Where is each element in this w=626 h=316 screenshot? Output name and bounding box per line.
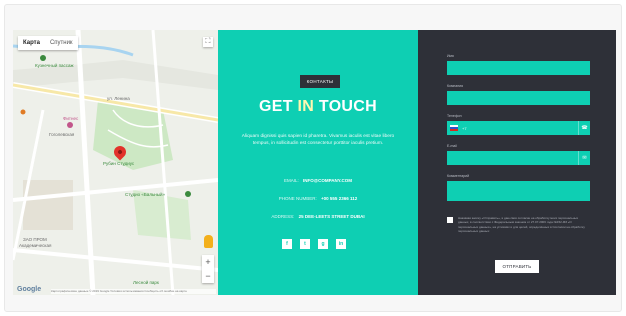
phone-line: PHONE NUMBER: +00 555 2366 112 xyxy=(218,196,418,201)
phone-label: Телефон xyxy=(447,114,462,118)
map-label: Гоголевская xyxy=(49,132,75,137)
contacts-badge: КОНТАКТЫ xyxy=(300,75,340,88)
name-label: Имя xyxy=(447,54,454,58)
map-label: Студио «Бальный» xyxy=(125,192,166,197)
title-highlight: IN xyxy=(297,98,319,115)
map-tab-satellite[interactable]: Спутник xyxy=(45,36,78,50)
social-icon[interactable]: t xyxy=(300,239,310,249)
social-links: f t g in xyxy=(282,239,346,249)
phone-code: +7 xyxy=(462,125,467,131)
pegman-icon[interactable] xyxy=(204,235,213,248)
submit-button[interactable]: ОТПРАВИТЬ xyxy=(495,260,539,273)
consent-checkbox[interactable] xyxy=(447,217,453,223)
email-label: E-mail xyxy=(447,144,457,148)
map-type-toggle[interactable]: Карта Спутник xyxy=(18,36,78,50)
zoom-in-button[interactable]: + xyxy=(202,255,214,269)
email-value[interactable]: INFO@COMPANY.COM xyxy=(303,178,352,183)
title-word: GET xyxy=(259,98,298,115)
zoom-control: + − xyxy=(202,255,214,283)
address-line: ADDRESS: 25 DEE-LEETS STREET DUBAI xyxy=(218,214,418,219)
zoom-out-button[interactable]: − xyxy=(202,269,214,283)
social-icon[interactable]: f xyxy=(282,239,292,249)
map-label: ул. Ленина xyxy=(107,96,130,101)
map-label: Академическая xyxy=(19,243,52,248)
contact-section: Карта Спутник ⛶ Кузнечный пассаж Гоголев… xyxy=(13,30,616,295)
email-field[interactable]: ✉ xyxy=(447,151,590,165)
map-label: Рубин Студиус xyxy=(103,161,135,166)
comment-label: Комментарий xyxy=(447,174,470,178)
email-line: EMAIL: INFO@COMPANY.COM xyxy=(218,178,418,183)
map-label: Кузнечный пассаж xyxy=(35,63,74,68)
mail-icon: ✉ xyxy=(578,151,590,165)
contact-description: Aliquam dignissi quis sapien id pharetra… xyxy=(241,134,395,146)
map-label: ЗАО ПРОМ xyxy=(23,237,47,242)
name-field[interactable] xyxy=(447,61,590,75)
title-word: TOUCH xyxy=(318,98,377,115)
map-panel[interactable]: Карта Спутник ⛶ Кузнечный пассаж Гоголев… xyxy=(13,30,218,295)
map-label: Лесной парк xyxy=(133,280,159,285)
address-value: 25 DEE-LEETS STREET DUBAI xyxy=(298,214,365,219)
map-label: Фитнес xyxy=(63,116,79,121)
address-label: ADDRESS: xyxy=(271,214,295,219)
comment-field[interactable] xyxy=(447,181,590,201)
phone-field[interactable]: +7 ☎ xyxy=(447,121,590,135)
consent-row: Нажимая кнопку «Отправить», я даю своё с… xyxy=(447,216,590,234)
google-logo[interactable]: Google xyxy=(17,286,41,293)
consent-text: Нажимая кнопку «Отправить», я даю своё с… xyxy=(458,216,585,234)
fullscreen-icon[interactable]: ⛶ xyxy=(203,37,213,47)
map-attribution[interactable]: Картографические данные © 2019 Google Ус… xyxy=(51,289,216,294)
phone-icon: ☎ xyxy=(578,121,590,135)
social-icon[interactable]: g xyxy=(318,239,328,249)
russia-flag-icon[interactable] xyxy=(450,125,458,131)
page-title: GET IN TOUCH xyxy=(218,98,418,116)
contact-info-panel: КОНТАКТЫ GET IN TOUCH Aliquam dignissi q… xyxy=(218,30,418,295)
company-field[interactable] xyxy=(447,91,590,105)
email-label: EMAIL: xyxy=(283,178,299,183)
contact-form: Имя Компания Телефон +7 ☎ E-mail ✉ Комме… xyxy=(418,30,616,295)
company-label: Компания xyxy=(447,84,464,88)
social-icon[interactable]: in xyxy=(336,239,346,249)
phone-label: PHONE NUMBER: xyxy=(278,196,317,201)
map-tab-map[interactable]: Карта xyxy=(18,36,45,50)
phone-value[interactable]: +00 555 2366 112 xyxy=(321,196,357,201)
